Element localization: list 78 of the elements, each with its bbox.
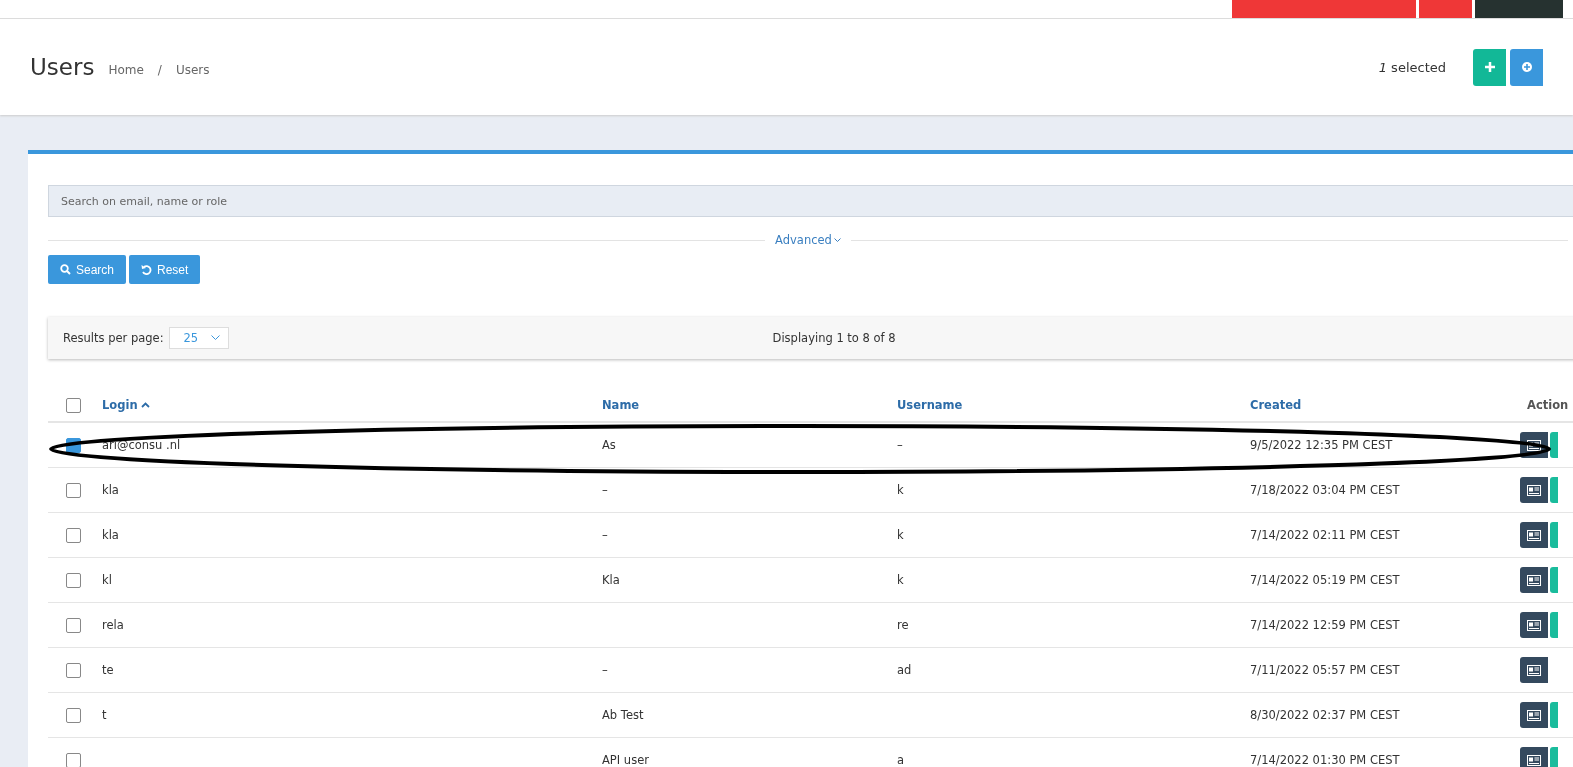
search-button[interactable]: Search <box>48 255 127 284</box>
add-circle-button[interactable] <box>1510 48 1543 86</box>
row-checkbox[interactable] <box>66 617 81 633</box>
username-cell-text: a <box>896 753 906 767</box>
search-icon <box>60 264 71 275</box>
column-header[interactable]: Login <box>102 398 138 412</box>
created-cell-text: 7/18/2022 03:04 PM CEST <box>1249 483 1401 497</box>
results-summary: Displaying 1 to 8 of 8 <box>772 331 896 345</box>
username-cell-text: re <box>896 618 910 632</box>
username-cell-text: ad <box>896 663 913 677</box>
login-cell-text: kl <box>101 573 113 587</box>
view-button[interactable] <box>1520 567 1548 593</box>
id-card-icon <box>1527 619 1541 631</box>
view-button[interactable] <box>1520 522 1548 548</box>
id-card-icon <box>1527 664 1541 676</box>
created-cell-text: 7/14/2022 02:11 PM CEST <box>1249 528 1401 542</box>
row-checkbox[interactable] <box>66 707 81 723</box>
id-card-icon <box>1527 754 1541 766</box>
view-button[interactable] <box>1520 612 1548 638</box>
undo-icon <box>141 264 153 275</box>
row-checkbox[interactable] <box>66 752 81 767</box>
column-header[interactable]: Name <box>602 398 640 412</box>
login-cell-text: rela <box>101 618 125 632</box>
per-page-select[interactable]: 25 <box>168 327 229 349</box>
login-cell-text: kla <box>101 483 120 497</box>
name-cell-text: – <box>601 483 609 497</box>
view-button[interactable] <box>1520 477 1548 503</box>
column-header[interactable]: Action <box>1527 398 1569 412</box>
username-cell-text: k <box>896 528 905 542</box>
add-button[interactable] <box>1473 48 1506 86</box>
view-button[interactable] <box>1520 747 1548 767</box>
login-cell-text: te <box>101 663 115 677</box>
username-cell-text: – <box>896 438 904 452</box>
name-cell-text: – <box>601 663 609 677</box>
view-button[interactable] <box>1520 702 1548 728</box>
id-card-icon <box>1527 529 1541 541</box>
created-cell-text: 7/14/2022 01:30 PM CEST <box>1249 753 1401 767</box>
search-field[interactable]: Search on email, name or role <box>48 185 1573 217</box>
name-cell-text: Ab Test <box>601 708 645 722</box>
row-checkbox[interactable] <box>66 572 81 588</box>
login-cell-text: ari@consu .nl <box>101 438 182 452</box>
created-cell-text: 7/14/2022 05:19 PM CEST <box>1249 573 1401 587</box>
id-card-icon <box>1527 439 1541 451</box>
username-cell-text: k <box>896 483 905 497</box>
username-cell-text: k <box>896 573 905 587</box>
created-cell-text: 8/30/2022 02:37 PM CEST <box>1249 708 1401 722</box>
created-cell-text: 7/14/2022 12:59 PM CEST <box>1249 618 1401 632</box>
breadcrumb-item[interactable]: Home <box>108 63 144 77</box>
select-all-checkbox[interactable] <box>66 397 81 413</box>
breadcrumb-item: Users <box>175 63 210 77</box>
login-cell-text: t <box>101 708 108 722</box>
view-button[interactable] <box>1520 657 1548 683</box>
plus-circle-icon <box>1521 62 1532 72</box>
plus-icon <box>1484 62 1495 72</box>
row-checkbox[interactable] <box>66 662 81 678</box>
created-cell-text: 9/5/2022 12:35 PM CEST <box>1249 438 1394 452</box>
breadcrumb-separator: / <box>157 63 162 77</box>
row-checkbox[interactable] <box>66 482 81 498</box>
chevron-down-icon <box>833 237 841 243</box>
id-card-icon <box>1527 709 1541 721</box>
advanced-link[interactable]: Advanced <box>765 233 851 247</box>
id-card-icon <box>1527 484 1541 496</box>
sort-up-icon <box>140 402 150 408</box>
name-cell-text: – <box>601 528 609 542</box>
chevron-down-icon <box>210 335 220 341</box>
login-cell-text: kla <box>101 528 120 542</box>
id-card-icon <box>1527 574 1541 586</box>
name-cell-text: As <box>601 438 617 452</box>
reset-button[interactable]: Reset <box>129 255 201 284</box>
per-page-label: Results per page: <box>63 331 164 345</box>
created-cell-text: 7/11/2022 05:57 PM CEST <box>1249 663 1401 677</box>
column-header[interactable]: Username <box>897 398 963 412</box>
row-checkbox[interactable] <box>66 527 81 543</box>
name-cell-text: Kla <box>601 573 621 587</box>
page-title: Users <box>30 54 95 80</box>
selection-count: 1 selected <box>1378 59 1446 75</box>
name-cell-text: API user <box>601 753 650 767</box>
column-header[interactable]: Created <box>1250 398 1302 412</box>
